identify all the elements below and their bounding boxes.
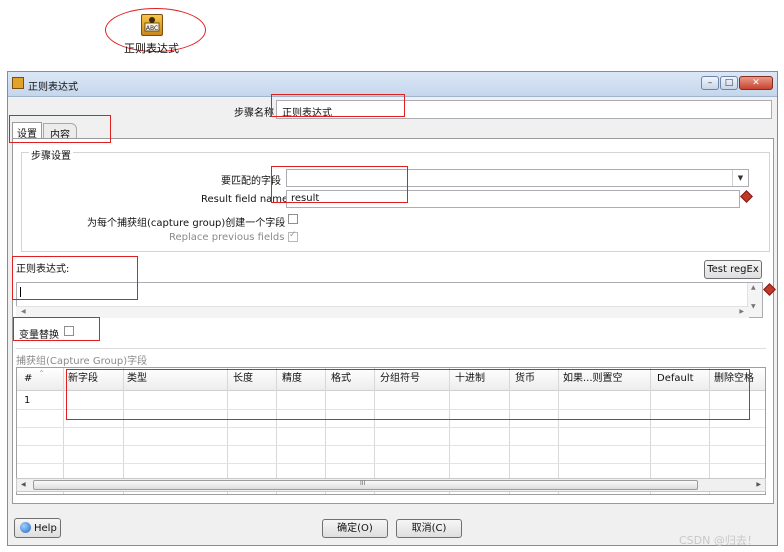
step-icon-caption: 正则表达式 xyxy=(124,42,179,55)
annotation-box xyxy=(271,166,408,203)
regex-dialog: 正则表达式 – □ ✕ 步骤名称 正则表达式 设置 内容 步骤设置 要匹配的字段… xyxy=(7,71,778,546)
annotation-box xyxy=(66,369,750,420)
annotation-box xyxy=(13,317,100,341)
scroll-up-icon[interactable]: ▲ xyxy=(751,284,756,291)
watermark: CSDN @归去！ xyxy=(679,534,758,547)
divider xyxy=(16,348,766,349)
minimize-button[interactable]: – xyxy=(701,76,719,90)
help-button[interactable]: Help xyxy=(14,518,61,538)
scroll-left-icon[interactable]: ◀ xyxy=(21,308,26,315)
window-app-icon xyxy=(12,77,24,89)
check-icon: ✓ xyxy=(289,230,297,240)
svg-text:ABC: ABC xyxy=(146,25,158,32)
test-regex-button[interactable]: Test regEx xyxy=(704,260,762,279)
replace-previous-checkbox[interactable]: ✓ xyxy=(288,230,298,242)
scroll-right-icon[interactable]: ▶ xyxy=(756,481,761,488)
capture-group-title: 捕获组(Capture Group)字段 xyxy=(16,356,148,367)
scroll-grip: III xyxy=(360,480,366,487)
scroll-thumb[interactable]: III xyxy=(33,480,698,490)
annotation-box xyxy=(12,256,138,300)
chevron-down-icon[interactable]: ▼ xyxy=(732,170,748,186)
column-header-num[interactable]: # xyxy=(24,368,32,390)
scroll-left-icon[interactable]: ◀ xyxy=(21,481,26,488)
settings-group-title: 步骤设置 xyxy=(29,147,73,162)
regex-step-icon[interactable]: ABC xyxy=(141,14,163,36)
window-title: 正则表达式 xyxy=(28,82,78,93)
scroll-down-icon[interactable]: ▼ xyxy=(751,303,756,310)
annotation-box xyxy=(9,115,111,143)
ok-button[interactable]: 确定(O) xyxy=(322,519,388,538)
table-row-number[interactable]: 1 xyxy=(24,395,30,406)
help-label: Help xyxy=(34,523,57,534)
close-button[interactable]: ✕ xyxy=(739,76,773,90)
sort-indicator-icon: ^ xyxy=(39,370,45,377)
replace-previous-label: Replace previous fields xyxy=(169,232,285,243)
table-hscrollbar[interactable]: ◀ III ▶ xyxy=(16,478,766,492)
create-per-group-label: 为每个捕获组(capture group)创建一个字段 xyxy=(87,218,286,229)
regex-vscrollbar[interactable]: ▲ ▼ xyxy=(747,283,762,317)
maximize-button[interactable]: □ xyxy=(720,76,738,90)
create-per-group-checkbox[interactable] xyxy=(288,214,298,224)
regex-hscrollbar[interactable]: ◀ ▶ xyxy=(16,306,749,318)
cancel-button[interactable]: 取消(C) xyxy=(396,519,462,538)
help-icon xyxy=(20,522,31,533)
scroll-right-icon[interactable]: ▶ xyxy=(739,308,744,315)
annotation-box xyxy=(271,94,405,117)
step-name-label: 步骤名称 xyxy=(234,108,274,119)
